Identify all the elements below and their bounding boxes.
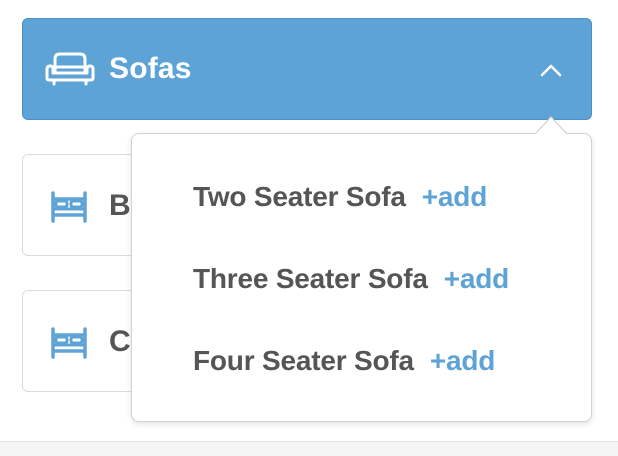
bottom-strip — [0, 442, 618, 456]
sofa-options-dropdown: Two Seater Sofa +add Three Seater Sofa +… — [131, 133, 592, 422]
dropdown-option: Four Seater Sofa +add — [193, 341, 495, 381]
sofa-icon — [45, 52, 95, 86]
chevron-up-icon[interactable] — [540, 63, 562, 77]
dropdown-option: Two Seater Sofa +add — [193, 177, 487, 217]
option-name: Four Seater Sofa — [193, 345, 414, 376]
add-button[interactable]: +add — [444, 263, 510, 295]
add-button[interactable]: +add — [422, 181, 488, 213]
dropdown-caret — [535, 116, 567, 134]
sofas-category-header[interactable]: Sofas — [22, 18, 592, 120]
header-label: Sofas — [109, 52, 192, 85]
option-name: Three Seater Sofa — [193, 263, 428, 294]
bed-icon — [51, 191, 87, 223]
option-name: Two Seater Sofa — [193, 181, 406, 212]
dropdown-option: Three Seater Sofa +add — [193, 259, 509, 299]
add-button[interactable]: +add — [430, 345, 496, 377]
bed-icon — [51, 327, 87, 359]
